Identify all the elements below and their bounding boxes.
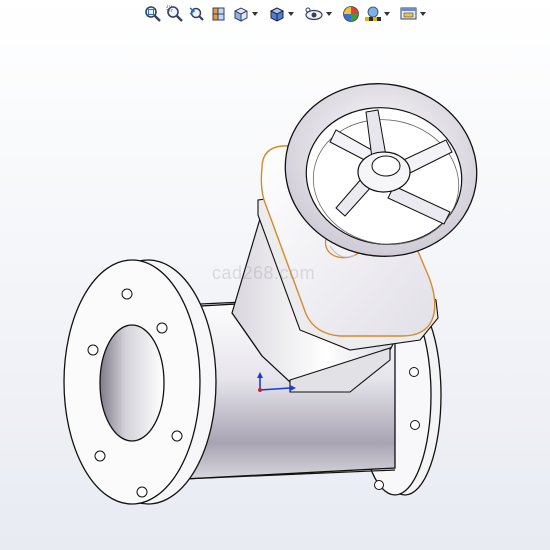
inlet-flange[interactable]	[63, 259, 217, 505]
watermark-text: cad268.com	[212, 263, 316, 283]
graphics-area[interactable]: cad268.com	[0, 0, 550, 550]
